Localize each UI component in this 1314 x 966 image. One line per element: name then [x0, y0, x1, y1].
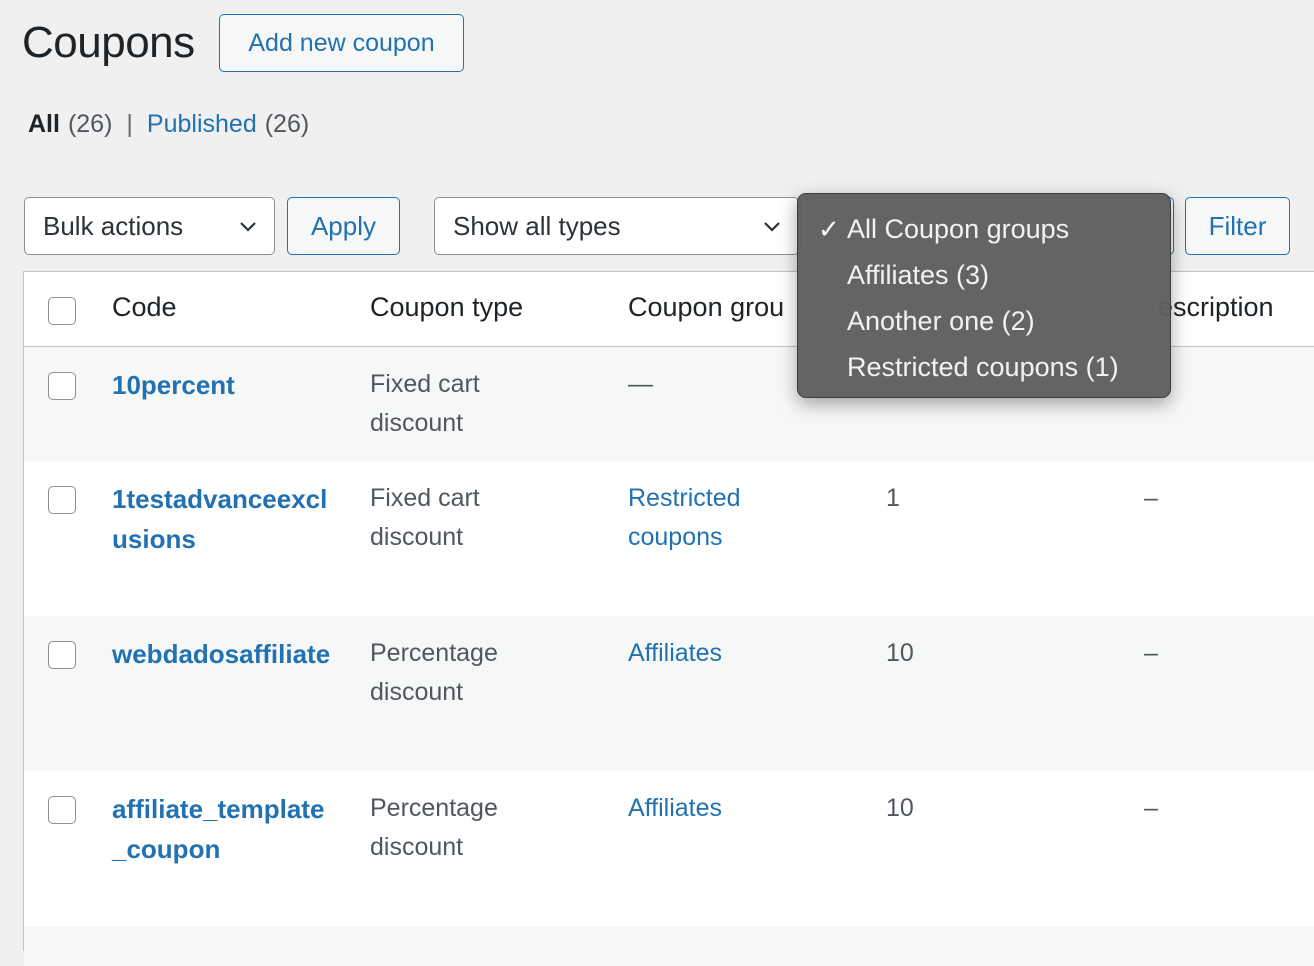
table-row: affiliate_template_coupon Percentage dis… [24, 771, 1314, 926]
view-all-count: (26) [67, 110, 113, 138]
coupon-code-link[interactable]: affiliate_template_coupon [112, 789, 334, 869]
add-new-coupon-button[interactable]: Add new coupon [219, 14, 464, 72]
group-option-label: Restricted coupons (1) [847, 352, 1119, 382]
row-checkbox[interactable] [48, 796, 76, 824]
coupon-group-cell: — [628, 370, 653, 398]
column-header-group: Coupon grou [628, 292, 785, 322]
checkmark-icon: ✓ [818, 214, 840, 244]
coupon-code-link[interactable]: webdadosaffiliate [112, 634, 334, 674]
chevron-down-icon [240, 222, 256, 232]
coupon-group-link[interactable]: Restricted coupons [628, 479, 808, 557]
table-row: webdadosaffiliate Percentage discount Af… [24, 616, 1314, 771]
coupon-code-link[interactable]: 10percent [112, 365, 334, 405]
view-published-link[interactable]: Published [147, 110, 257, 139]
select-all-checkbox[interactable] [48, 297, 76, 325]
coupon-code-link[interactable]: 1testadvanceexclusions [112, 479, 334, 559]
description-cell: – [1144, 794, 1158, 822]
coupon-group-link[interactable]: Affiliates [628, 634, 808, 673]
group-option-another-one[interactable]: Another one (2) [798, 298, 1170, 344]
chevron-down-icon [764, 222, 780, 232]
column-header-description: escription [1158, 292, 1274, 322]
coupon-type-cell: Percentage discount [370, 639, 498, 706]
coupon-type-cell: Fixed cart discount [370, 370, 480, 437]
group-option-all[interactable]: ✓ All Coupon groups [798, 206, 1170, 252]
group-option-label: Affiliates (3) [847, 260, 990, 290]
view-published-count: (26) [264, 110, 310, 138]
group-option-affiliates[interactable]: Affiliates (3) [798, 252, 1170, 298]
description-cell: – [1144, 639, 1158, 667]
usage-cell: 10 [886, 639, 914, 667]
bulk-actions-select[interactable]: Bulk actions [24, 197, 275, 255]
row-checkbox[interactable] [48, 372, 76, 400]
group-option-label: Another one (2) [847, 306, 1035, 336]
column-header-type: Coupon type [370, 292, 524, 322]
description-cell: – [1144, 484, 1158, 512]
coupon-group-dropdown-menu: ✓ All Coupon groups Affiliates (3) Anoth… [797, 193, 1171, 398]
view-all-link[interactable]: All [28, 110, 60, 139]
coupon-type-value: Show all types [453, 210, 621, 241]
views-separator: | [126, 110, 133, 138]
status-views: All (26) | Published (26) [28, 110, 309, 139]
coupon-group-link[interactable]: Affiliates [628, 789, 808, 828]
row-checkbox[interactable] [48, 486, 76, 514]
coupon-type-cell: Percentage discount [370, 794, 498, 861]
group-option-restricted[interactable]: Restricted coupons (1) [798, 344, 1170, 390]
coupon-type-cell: Fixed cart discount [370, 484, 480, 551]
page-title: Coupons [22, 18, 195, 67]
bulk-actions-value: Bulk actions [43, 210, 184, 241]
table-row: 1testadvanceexclusions Fixed cart discou… [24, 461, 1314, 616]
apply-button[interactable]: Apply [287, 197, 400, 255]
table-row [24, 926, 1314, 966]
filter-button[interactable]: Filter [1185, 197, 1290, 255]
usage-cell: 1 [886, 484, 900, 512]
coupon-type-select[interactable]: Show all types [434, 197, 799, 255]
usage-cell: 10 [886, 794, 914, 822]
row-checkbox[interactable] [48, 641, 76, 669]
column-header-code[interactable]: Code [112, 292, 177, 323]
group-option-label: All Coupon groups [847, 214, 1070, 244]
